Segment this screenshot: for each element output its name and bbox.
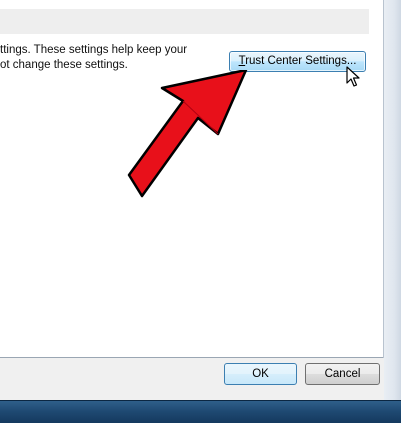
- section-header-band: [0, 9, 369, 34]
- window-frame-right: [383, 0, 401, 400]
- cancel-button[interactable]: Cancel: [305, 363, 380, 385]
- red-arrow-annotation: [127, 70, 248, 198]
- taskbar: [0, 400, 401, 423]
- trust-center-description: ttings. These settings help keep your ot…: [0, 43, 225, 73]
- ok-button[interactable]: OK: [224, 363, 297, 385]
- description-line-1: ttings. These settings help keep your: [0, 44, 188, 56]
- trust-center-settings-label: rust Center Settings...: [245, 55, 357, 67]
- mouse-pointer-icon: [346, 66, 360, 87]
